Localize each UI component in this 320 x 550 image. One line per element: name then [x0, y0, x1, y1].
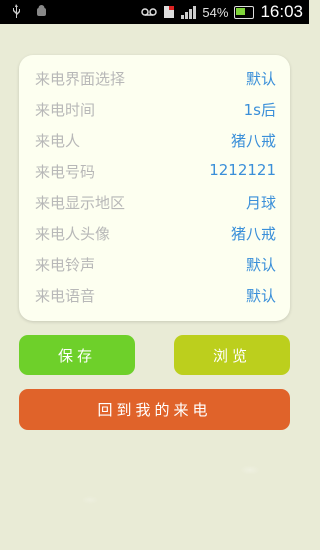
setting-row-call-time[interactable]: 来电时间 1s后	[19, 94, 290, 125]
back-to-my-calls-button[interactable]: 回到我的来电	[19, 389, 290, 430]
save-button[interactable]: 保存	[19, 335, 135, 375]
setting-value[interactable]: 猪八戒	[231, 130, 276, 151]
setting-row-avatar[interactable]: 来电人头像 猪八戒	[19, 218, 290, 249]
setting-row-region[interactable]: 来电显示地区 月球	[19, 187, 290, 218]
setting-value[interactable]: 默认	[246, 285, 276, 306]
setting-value[interactable]: 默认	[246, 254, 276, 275]
setting-value[interactable]: 默认	[246, 68, 276, 89]
setting-row-call-screen[interactable]: 来电界面选择 默认	[19, 63, 290, 94]
no-sim-icon	[164, 6, 175, 18]
clock: 16:03	[260, 2, 303, 21]
setting-row-voice[interactable]: 来电语音 默认	[19, 280, 290, 311]
voicemail-icon	[141, 8, 158, 16]
android-debug-icon	[37, 5, 46, 16]
setting-row-caller[interactable]: 来电人 猪八戒	[19, 125, 290, 156]
signal-icon	[181, 5, 197, 19]
setting-value[interactable]: 1212121	[209, 161, 276, 179]
setting-label: 来电语音	[35, 287, 96, 305]
setting-label: 来电显示地区	[35, 194, 126, 212]
settings-card: 来电界面选择 默认 来电时间 1s后 来电人 猪八戒 来电号码 1212121 …	[19, 55, 290, 321]
setting-label: 来电时间	[35, 101, 96, 119]
battery-percent: 54%	[202, 4, 229, 20]
setting-row-caller-number[interactable]: 来电号码 1212121	[19, 156, 290, 187]
setting-value[interactable]: 月球	[246, 192, 276, 213]
setting-label: 来电人	[35, 132, 81, 150]
setting-label: 来电界面选择	[35, 70, 126, 88]
setting-value[interactable]: 1s后	[244, 99, 276, 120]
browse-button[interactable]: 浏览	[174, 335, 290, 375]
setting-label: 来电号码	[35, 163, 96, 181]
status-bar: 54% 16:03	[0, 0, 309, 24]
setting-row-ringtone[interactable]: 来电铃声 默认	[19, 249, 290, 280]
battery-icon	[234, 5, 255, 19]
setting-label: 来电人头像	[35, 225, 111, 243]
setting-value[interactable]: 猪八戒	[231, 223, 276, 244]
usb-icon	[13, 4, 20, 18]
setting-label: 来电铃声	[35, 256, 96, 274]
